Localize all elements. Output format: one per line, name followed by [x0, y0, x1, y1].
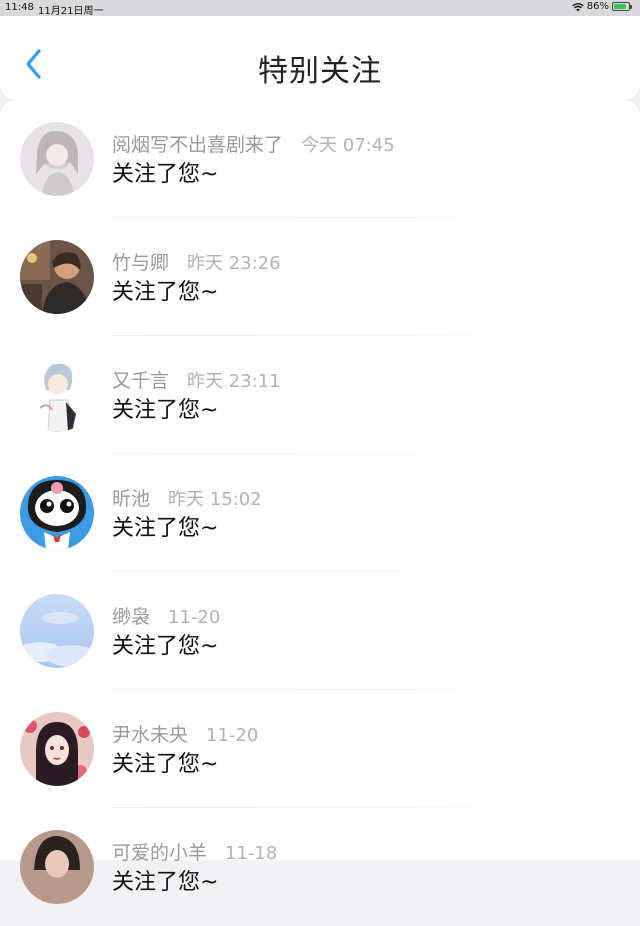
- avatar-image: [20, 358, 94, 432]
- item-time: 11-20: [206, 725, 259, 746]
- item-header: 缈袅 11-20: [112, 602, 220, 629]
- avatar[interactable]: [20, 830, 94, 904]
- avatar-image: [20, 712, 94, 786]
- avatar[interactable]: [20, 358, 94, 432]
- avatar[interactable]: [20, 122, 94, 196]
- list-item[interactable]: 阅烟写不出喜剧来了 今天 07:45 关注了您~: [0, 100, 640, 218]
- item-header: 尹水未央 11-20: [112, 720, 258, 747]
- navigation-bar: 特别关注: [0, 16, 640, 100]
- list-item[interactable]: 缈袅 11-20 关注了您~: [0, 572, 640, 690]
- wifi-icon: [572, 2, 584, 11]
- item-header: 可爱的小羊 11-18: [112, 838, 277, 865]
- avatar[interactable]: [20, 712, 94, 786]
- user-name[interactable]: 尹水未央: [112, 724, 188, 746]
- avatar-image: [20, 240, 94, 314]
- user-name[interactable]: 阅烟写不出喜剧来了: [112, 134, 283, 156]
- avatar[interactable]: [20, 594, 94, 668]
- list-item[interactable]: 昕池 昨天 15:02 关注了您~: [0, 454, 640, 572]
- item-header: 昕池 昨天 15:02: [112, 484, 262, 511]
- status-date: 11月21日周一: [38, 6, 104, 17]
- item-header: 竹与卿 昨天 23:26: [112, 248, 281, 275]
- avatar-image: [20, 122, 94, 196]
- item-message: 关注了您~: [112, 280, 219, 305]
- item-time: 11-20: [168, 607, 221, 628]
- status-time: 11:48: [5, 2, 34, 13]
- item-header: 阅烟写不出喜剧来了 今天 07:45: [112, 130, 395, 157]
- battery-cap: [630, 4, 632, 9]
- page-title: 特别关注: [258, 54, 382, 89]
- list-item[interactable]: 尹水未央 11-20 关注了您~: [0, 690, 640, 808]
- item-header: 又千言 昨天 23:11: [112, 366, 281, 393]
- item-time: 昨天 15:02: [168, 489, 262, 510]
- item-message: 关注了您~: [112, 162, 219, 187]
- battery-percent: 86%: [586, 1, 609, 12]
- user-name[interactable]: 竹与卿: [112, 252, 169, 274]
- item-time: 昨天 23:26: [187, 253, 281, 274]
- status-right: 86%: [572, 1, 632, 12]
- list-item[interactable]: 竹与卿 昨天 23:26 关注了您~: [0, 218, 640, 336]
- user-name[interactable]: 又千言: [112, 370, 169, 392]
- battery-level: [614, 4, 627, 9]
- item-time: 11-18: [225, 843, 278, 864]
- list-item[interactable]: 又千言 昨天 23:11 关注了您~: [0, 336, 640, 454]
- item-message: 关注了您~: [112, 516, 219, 541]
- item-message: 关注了您~: [112, 634, 219, 659]
- item-time: 昨天 23:11: [187, 371, 281, 392]
- user-name[interactable]: 昕池: [112, 488, 150, 510]
- list-item[interactable]: 可爱的小羊 11-18 关注了您~: [0, 808, 640, 926]
- follow-list: 阅烟写不出喜剧来了 今天 07:45 关注了您~ 竹与卿 昨天 23:26 关注了您…: [0, 100, 640, 904]
- item-time: 今天 07:45: [301, 135, 395, 156]
- avatar[interactable]: [20, 240, 94, 314]
- avatar[interactable]: [20, 476, 94, 550]
- item-message: 关注了您~: [112, 870, 219, 895]
- battery-icon: [612, 2, 630, 11]
- status-bar: 11:48 11月21日周一 86%: [0, 0, 640, 17]
- item-message: 关注了您~: [112, 398, 219, 423]
- user-name[interactable]: 可爱的小羊: [112, 842, 207, 864]
- item-message: 关注了您~: [112, 752, 219, 777]
- avatar-image: [20, 830, 94, 904]
- user-name[interactable]: 缈袅: [112, 606, 150, 628]
- avatar-image: [20, 594, 94, 668]
- avatar-image: [20, 476, 94, 550]
